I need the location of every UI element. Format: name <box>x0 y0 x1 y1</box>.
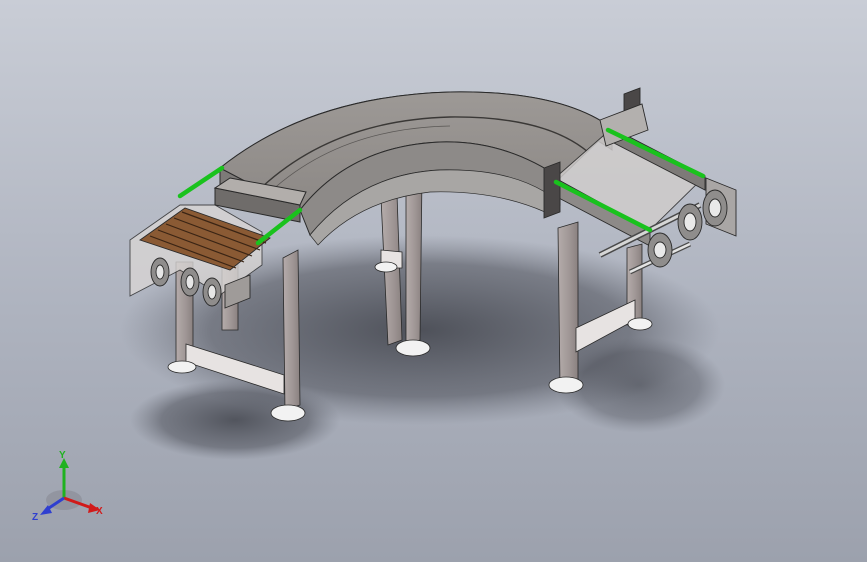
x-axis-label: X <box>96 506 103 517</box>
coordinate-triad: Y X Z <box>32 450 103 523</box>
graphics-viewport[interactable]: Y X Z <box>0 0 867 562</box>
y-axis-label: Y <box>59 450 66 461</box>
z-axis-label: Z <box>32 512 38 523</box>
conveyor-model[interactable] <box>0 0 867 562</box>
